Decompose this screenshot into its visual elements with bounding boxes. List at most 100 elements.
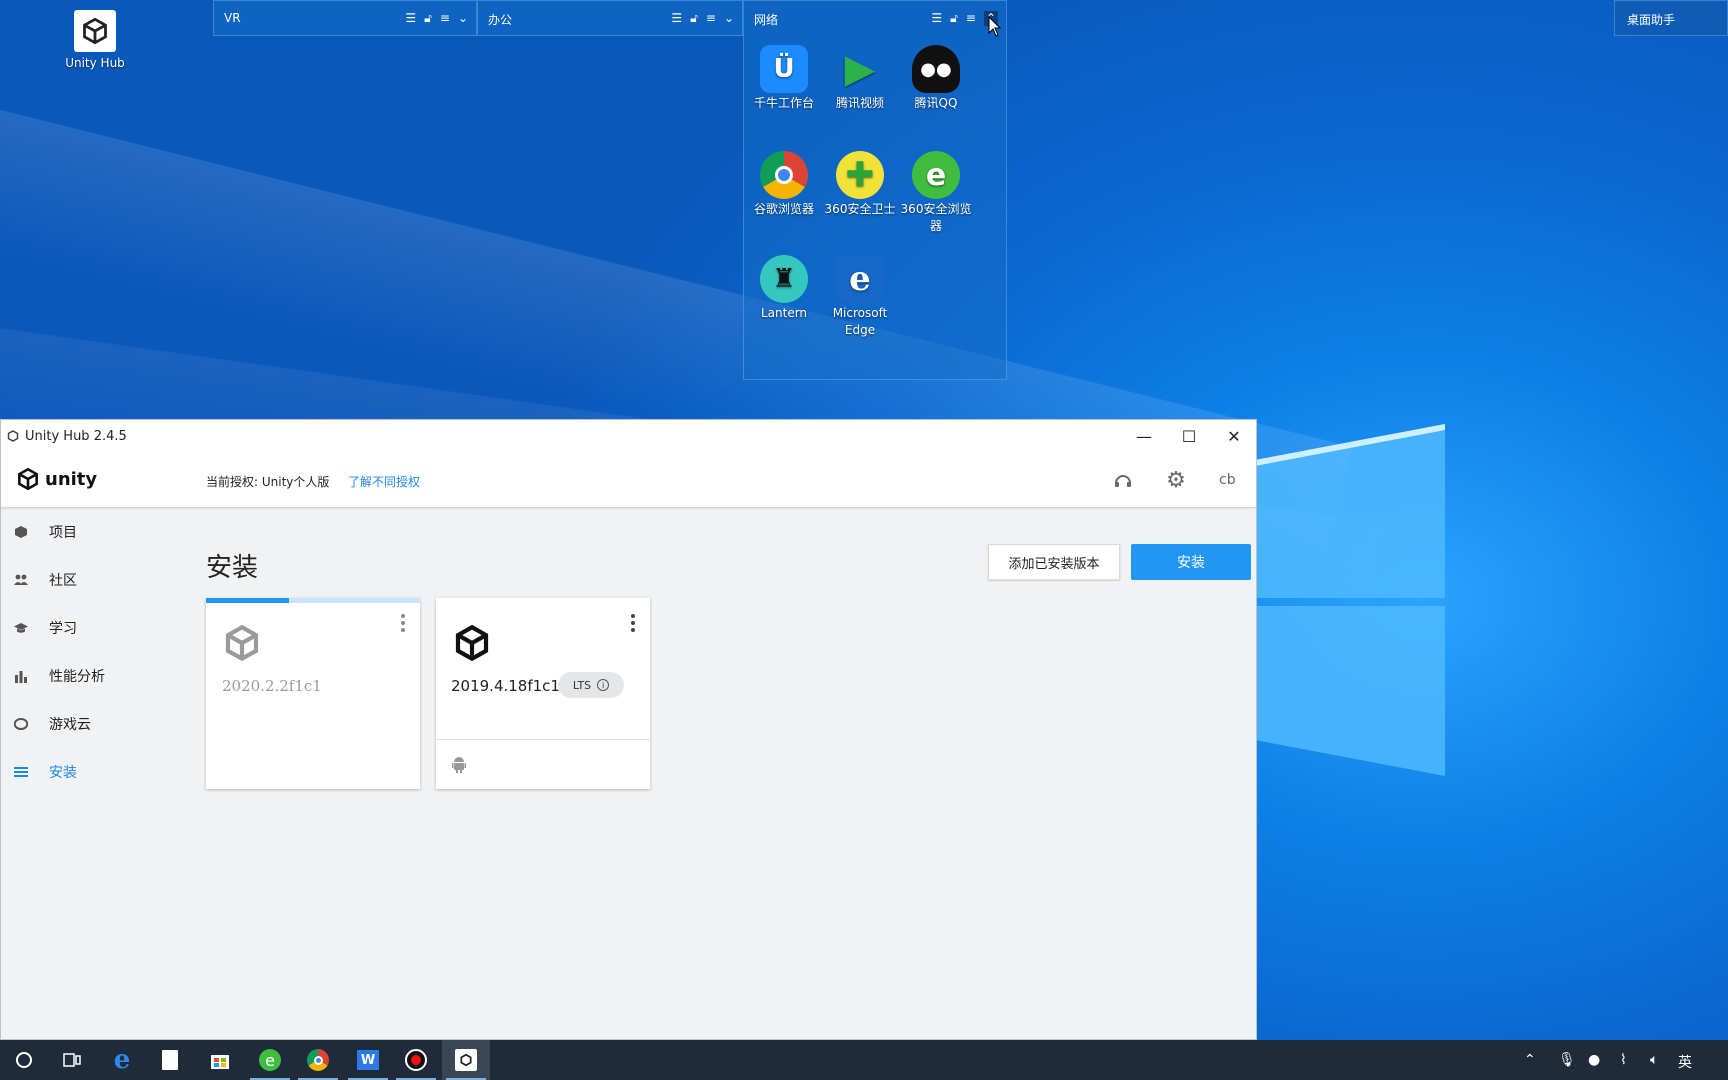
menu-icon[interactable]: ≡ xyxy=(706,11,716,26)
sidebar-item-cloud[interactable]: 游戏云 xyxy=(1,700,181,748)
lts-badge[interactable]: LTS i xyxy=(558,672,624,698)
cube-icon xyxy=(14,525,28,539)
modules-row xyxy=(436,739,650,789)
notepad-icon[interactable] xyxy=(146,1040,194,1080)
version-label: 2020.2.2f1c1 xyxy=(222,677,322,695)
chevron-up-icon[interactable]: ⌃ xyxy=(1524,1052,1536,1068)
menu-icon[interactable]: ≡ xyxy=(440,11,450,26)
helper-label: 桌面助手 xyxy=(1627,13,1676,27)
lantern-icon: ♜ xyxy=(760,255,808,303)
menu-icon[interactable]: ≡ xyxy=(966,11,976,26)
fence-office[interactable]: 办公 ☰ 🔓︎ ≡ ⌄ xyxy=(477,0,743,36)
maximize-button[interactable]: ☐ xyxy=(1166,420,1212,452)
chevron-down-icon[interactable]: ⌄ xyxy=(724,11,734,26)
shortcut-edge[interactable]: e Microsoft Edge xyxy=(820,255,900,339)
shortcut-tencent-video[interactable]: ▶ 腾讯视频 xyxy=(820,45,900,112)
sidebar-item-label: 学习 xyxy=(49,621,77,637)
network-icon[interactable]: ⌇ xyxy=(1620,1052,1627,1068)
sidebar-item-label: 安装 xyxy=(49,765,77,781)
unity-hub-icon xyxy=(74,10,116,52)
android-icon xyxy=(452,757,466,773)
lock-icon[interactable]: 🔓︎ xyxy=(690,11,698,26)
list-view-icon[interactable]: ☰ xyxy=(931,11,942,26)
close-button[interactable]: ✕ xyxy=(1211,420,1256,452)
shortcut-label: 谷歌浏览器 xyxy=(753,202,814,216)
install-button[interactable]: 安装 xyxy=(1131,544,1251,580)
wps-icon[interactable]: W xyxy=(344,1040,392,1080)
headset-icon[interactable] xyxy=(1112,469,1134,491)
more-options-icon[interactable] xyxy=(628,614,638,632)
qianniu-icon: Ü xyxy=(760,45,808,93)
unity-app-icon xyxy=(7,430,19,442)
list-view-icon[interactable]: ☰ xyxy=(671,11,682,26)
shortcut-label: Microsoft Edge xyxy=(832,306,888,337)
record-icon[interactable] xyxy=(392,1040,440,1080)
shortcut-360-safe[interactable]: ✚ 360安全卫士 xyxy=(820,151,900,218)
sidebar-item-analytics[interactable]: 性能分析 xyxy=(1,652,181,700)
sidebar-item-label: 性能分析 xyxy=(49,669,105,685)
sidebar-item-label: 游戏云 xyxy=(49,717,91,733)
page-title: 安装 xyxy=(206,553,259,583)
cloud-icon xyxy=(14,717,28,731)
shortcut-qq[interactable]: ●● 腾讯QQ xyxy=(896,45,976,112)
mouse-cursor-icon xyxy=(988,16,1002,37)
360-browser-icon: e xyxy=(912,151,960,199)
license-status: 当前授权: Unity个人版 xyxy=(206,475,330,489)
gear-icon[interactable]: ⚙ xyxy=(1165,468,1187,493)
unity-hub-taskbar-icon[interactable] xyxy=(442,1040,490,1080)
badge-label: LTS xyxy=(572,678,592,692)
unity-logo-icon xyxy=(455,624,489,662)
shortcut-lantern[interactable]: ♜ Lantern xyxy=(744,255,824,322)
chevron-down-icon[interactable]: ⌄ xyxy=(458,11,468,26)
sidebar: 项目 社区 学习 性能分析 游戏云 安装 xyxy=(1,508,181,796)
chrome-icon[interactable] xyxy=(294,1040,342,1080)
list-view-icon[interactable]: ☰ xyxy=(405,11,416,26)
list-icon xyxy=(14,765,28,779)
people-icon xyxy=(14,573,28,587)
sidebar-item-installs[interactable]: 安装 xyxy=(1,748,181,796)
install-card[interactable]: 2020.2.2f1c1 xyxy=(206,598,420,789)
sidebar-item-label: 项目 xyxy=(49,525,77,541)
more-options-icon[interactable] xyxy=(398,614,408,632)
qq-penguin-icon: ●● xyxy=(912,45,960,93)
minimize-button[interactable]: — xyxy=(1121,420,1167,452)
shortcut-qianniu[interactable]: Ü 千牛工作台 xyxy=(744,45,824,112)
sidebar-item-learn[interactable]: 学习 xyxy=(1,604,181,652)
desktop-helper-fence[interactable]: 桌面助手 xyxy=(1614,0,1728,36)
graduation-cap-icon xyxy=(14,621,28,635)
unity-logo-icon xyxy=(225,624,259,662)
input-method-indicator[interactable]: 英 xyxy=(1678,1052,1692,1072)
unity-cube-icon xyxy=(18,467,38,491)
app-header: unity 当前授权: Unity个人版 了解不同授权 ⚙ cb xyxy=(1,452,1256,508)
360-browser-icon[interactable]: e xyxy=(246,1040,294,1080)
sidebar-item-community[interactable]: 社区 xyxy=(1,556,181,604)
fence-toolbar: ☰ 🔓︎ ≡ ⌄ xyxy=(671,11,734,26)
shortcut-chrome[interactable]: 谷歌浏览器 xyxy=(744,151,824,218)
fence-vr[interactable]: VR ☰ 🔓︎ ≡ ⌄ xyxy=(213,0,477,36)
license-info-link[interactable]: 了解不同授权 xyxy=(348,473,420,490)
microphone-icon[interactable]: 🎙︎ xyxy=(1558,1052,1576,1068)
add-installed-version-button[interactable]: 添加已安装版本 xyxy=(988,544,1120,580)
task-view-icon[interactable] xyxy=(48,1040,96,1080)
volume-icon[interactable]: 🔈︎ xyxy=(1650,1052,1658,1068)
install-card[interactable]: 2019.4.18f1c1 LTS i xyxy=(436,598,650,789)
window-title: Unity Hub 2.4.5 xyxy=(25,428,127,444)
user-avatar[interactable]: cb xyxy=(1219,472,1236,488)
chrome-icon xyxy=(760,151,808,199)
info-icon: i xyxy=(597,679,610,691)
shortcut-label: 腾讯QQ xyxy=(914,96,958,110)
fence-title: 网络 xyxy=(754,13,779,27)
edge-icon[interactable]: e xyxy=(98,1040,146,1080)
store-icon[interactable] xyxy=(196,1040,244,1080)
unity-hub-desktop-shortcut[interactable]: Unity Hub xyxy=(60,10,130,70)
cortana-icon[interactable] xyxy=(0,1040,48,1080)
lock-icon[interactable]: 🔓︎ xyxy=(424,11,432,26)
sidebar-item-projects[interactable]: 项目 xyxy=(1,508,181,556)
fence-network[interactable]: 网络 ☰ 🔓︎ ≡ ⌃ Ü 千牛工作台 ▶ 腾讯视频 ●● 腾讯QQ 谷歌浏览器… xyxy=(743,0,1007,380)
windows-logo xyxy=(1255,424,1445,776)
lock-icon[interactable]: 🔓︎ xyxy=(950,11,958,26)
bar-chart-icon xyxy=(14,669,28,683)
shortcut-360-browser[interactable]: e 360安全浏览器 xyxy=(896,151,976,235)
qq-tray-icon[interactable]: ● xyxy=(1588,1052,1600,1068)
title-bar[interactable]: Unity Hub 2.4.5 — ☐ ✕ xyxy=(1,420,1256,452)
